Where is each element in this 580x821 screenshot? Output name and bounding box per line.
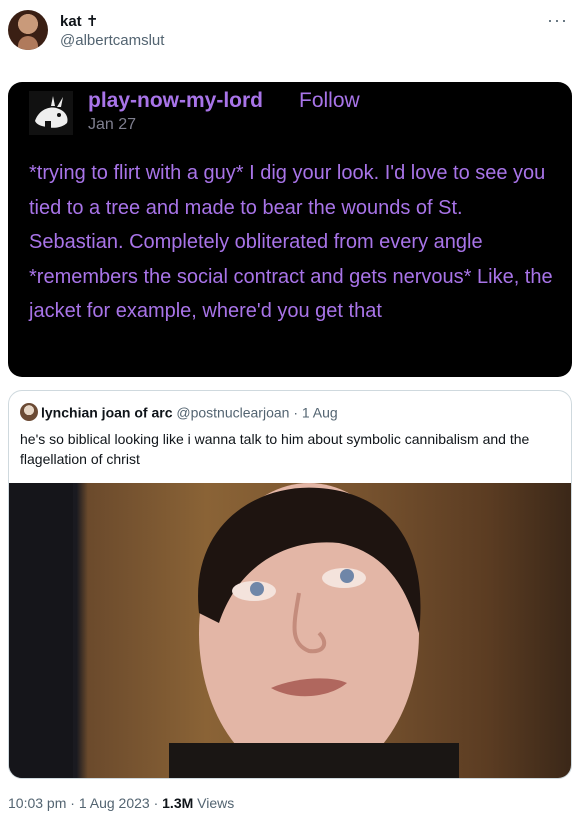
views-count: 1.3M <box>162 795 194 811</box>
quoted-avatar <box>20 403 38 422</box>
quoted-author-handle: @postnuclearjoan <box>176 404 290 421</box>
quoted-tweet[interactable]: lynchian joan of arc @postnuclearjoan · … <box>8 390 572 779</box>
author-name[interactable]: kat ✝ <box>60 12 98 30</box>
tweet-time[interactable]: 10:03 pm <box>8 795 66 811</box>
quoted-separator: · <box>289 404 302 421</box>
footer-separator: · <box>66 795 79 811</box>
tweet-footer: 10:03 pm · 1 Aug 2023 · 1.3M Views <box>8 795 234 811</box>
author-handle[interactable]: @albertcamslut <box>60 32 164 49</box>
portrait-photo <box>9 483 459 778</box>
quoted-tweet-text: he's so biblical looking like i wanna ta… <box>20 431 530 467</box>
quoted-date: 1 Aug <box>301 404 338 421</box>
views-label: Views <box>197 795 235 811</box>
tumblr-date: Jan 27 <box>88 116 137 133</box>
tweet-date[interactable]: 1 Aug 2023 <box>79 795 150 811</box>
tumblr-post-text: *trying to flirt with a guy* I dig your … <box>29 162 553 322</box>
tumblr-username: play-now-my-lord <box>88 89 264 112</box>
footer-separator-2: · <box>149 795 163 811</box>
tumblr-screenshot-image[interactable]: play-now-my-lord Follow Jan 27 *trying t… <box>8 82 572 377</box>
avatar[interactable] <box>8 10 48 50</box>
quoted-tweet-header: lynchian joan of arc @postnuclearjoan · … <box>20 403 338 422</box>
quoted-author-name: lynchian joan of arc <box>41 404 173 421</box>
tweet-header: kat ✝ @albertcamslut ··· <box>8 10 572 54</box>
tumblr-avatar <box>29 91 73 135</box>
tweet: kat ✝ @albertcamslut ··· play-now-my-lor… <box>0 0 580 821</box>
more-options-icon[interactable]: ··· <box>547 10 568 31</box>
quoted-photo[interactable] <box>9 483 571 778</box>
tumblr-follow-label: Follow <box>299 89 360 112</box>
goat-logo-icon <box>29 91 73 135</box>
